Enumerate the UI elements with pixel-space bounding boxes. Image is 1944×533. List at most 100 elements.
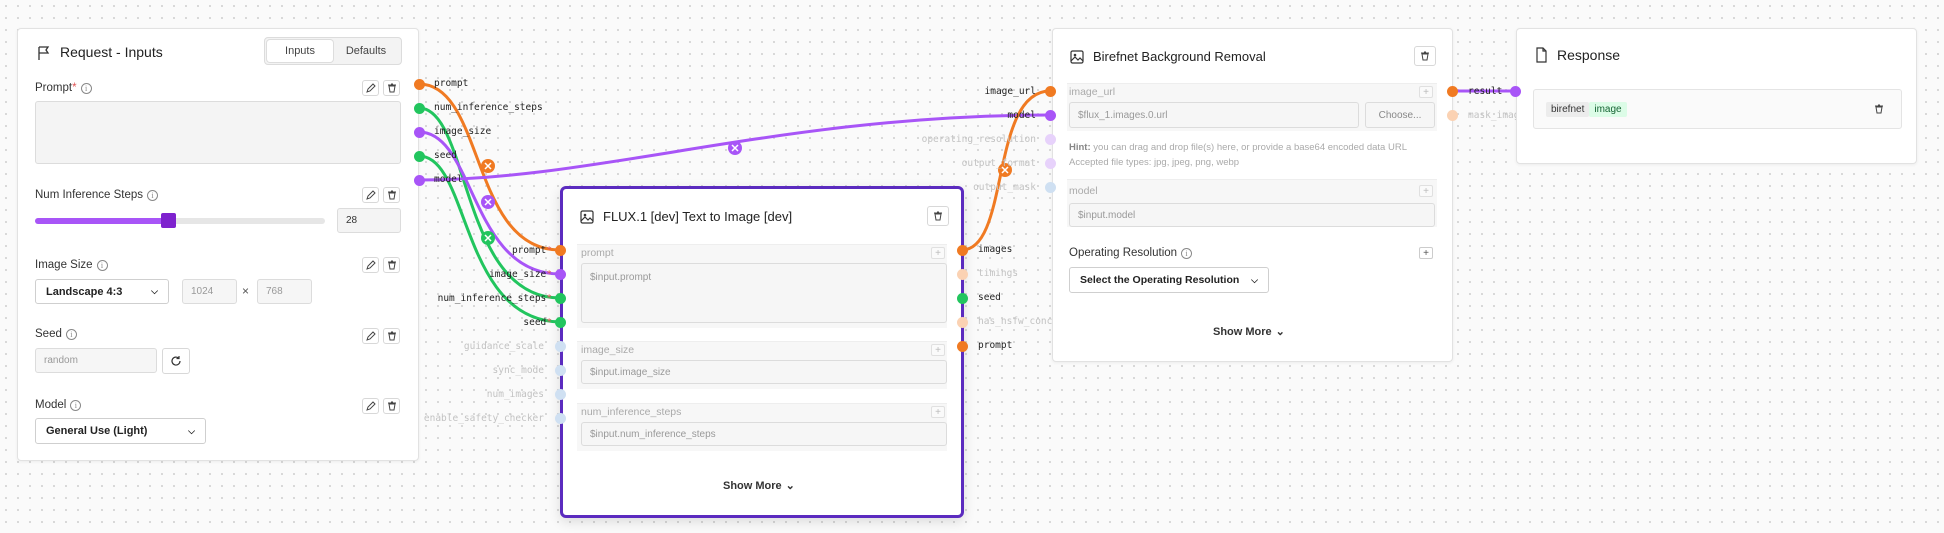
edit-icon[interactable] bbox=[362, 187, 379, 203]
birefnet-show-more-button[interactable]: Show More ⌄ bbox=[1213, 325, 1285, 339]
image-size-select[interactable]: Landscape 4:3 ⌵ bbox=[35, 279, 169, 304]
file-icon bbox=[1536, 47, 1547, 63]
flux-steps-value[interactable]: $input.num_inference_steps bbox=[581, 422, 947, 446]
pin-dot-in-seed[interactable] bbox=[555, 317, 566, 328]
pin-dot-in-sync[interactable] bbox=[555, 365, 566, 376]
choose-file-button[interactable]: Choose... bbox=[1365, 102, 1435, 128]
in-pin-output-format: output_format bbox=[961, 158, 1036, 169]
trash-icon[interactable] bbox=[383, 187, 400, 203]
pin-dot-out-result[interactable] bbox=[1447, 86, 1458, 97]
pin-dot-out-mask-image[interactable] bbox=[1447, 110, 1458, 121]
flux-prompt-value[interactable]: $input.prompt bbox=[581, 263, 947, 323]
edit-icon[interactable] bbox=[362, 257, 379, 273]
model-label: Model i bbox=[35, 399, 82, 411]
birefnet-image-url-value[interactable]: $flux_1.images.0.url bbox=[1069, 102, 1359, 128]
tab-inputs[interactable]: Inputs bbox=[267, 40, 333, 62]
birefnet-hint: Hint: you can drag and drop file(s) here… bbox=[1069, 142, 1407, 168]
operating-resolution-select[interactable]: Select the Operating Resolution ⌵ bbox=[1069, 267, 1269, 293]
info-icon: i bbox=[65, 328, 77, 340]
steps-slider-fill bbox=[35, 218, 169, 224]
tag-image: image bbox=[1589, 102, 1627, 117]
chevron-down-icon: ⌵ bbox=[151, 286, 158, 296]
pin-dot-in-image-url[interactable] bbox=[1045, 86, 1056, 97]
edit-icon[interactable] bbox=[362, 80, 379, 96]
trash-icon[interactable] bbox=[927, 206, 949, 226]
refresh-icon[interactable] bbox=[162, 348, 190, 374]
seed-label: Seed i bbox=[35, 328, 77, 340]
pin-dot-in-guidance[interactable] bbox=[555, 341, 566, 352]
add-icon[interactable]: + bbox=[1419, 247, 1433, 259]
trash-icon[interactable] bbox=[383, 398, 400, 414]
tab-defaults[interactable]: Defaults bbox=[333, 40, 399, 62]
steps-label: Num Inference Steps i bbox=[35, 189, 159, 201]
add-icon[interactable]: + bbox=[931, 344, 945, 356]
pin-dot-in-image-size[interactable] bbox=[555, 269, 566, 280]
birefnet-card-title: Birefnet Background Removal bbox=[1093, 49, 1266, 64]
flag-icon bbox=[38, 46, 50, 60]
pin-dot-in-model[interactable] bbox=[1045, 110, 1056, 121]
trash-icon[interactable] bbox=[1414, 46, 1436, 66]
info-icon: i bbox=[96, 259, 108, 271]
add-icon[interactable]: + bbox=[1419, 86, 1433, 98]
times-sign: × bbox=[242, 284, 250, 298]
edit-icon[interactable] bbox=[362, 328, 379, 344]
trash-icon[interactable] bbox=[383, 80, 400, 96]
pin-dot-prompt[interactable] bbox=[414, 79, 425, 90]
steps-value[interactable]: 28 bbox=[337, 208, 401, 233]
pin-dot-seed[interactable] bbox=[414, 151, 425, 162]
pin-dot-in-prompt[interactable] bbox=[555, 245, 566, 256]
out-pin-seed: seed bbox=[978, 292, 1001, 303]
pin-dot-in-op-res[interactable] bbox=[1045, 134, 1056, 145]
response-card-title: Response bbox=[1557, 47, 1621, 63]
prompt-textarea[interactable] bbox=[35, 101, 401, 164]
in-pin-seed: seed* bbox=[523, 317, 552, 328]
birefnet-model-value[interactable]: $input.model bbox=[1069, 203, 1435, 227]
pin-dot-image-size[interactable] bbox=[414, 127, 425, 138]
pin-dot-in-safety[interactable] bbox=[555, 413, 566, 424]
pin-dot-in-output-mask[interactable] bbox=[1045, 182, 1056, 193]
pin-dot-out-nsfw[interactable] bbox=[957, 317, 968, 328]
flux-image-size-value[interactable]: $input.image_size bbox=[581, 360, 947, 384]
birefnet-card[interactable]: Birefnet Background Removal image_url + … bbox=[1052, 28, 1453, 362]
seed-input[interactable]: random bbox=[35, 348, 157, 373]
trash-icon[interactable] bbox=[383, 257, 400, 273]
flux-card[interactable]: FLUX.1 [dev] Text to Image [dev] prompt … bbox=[560, 186, 964, 518]
in-pin-output-mask: output_mask bbox=[973, 182, 1036, 193]
edit-icon[interactable] bbox=[362, 398, 379, 414]
add-icon[interactable]: + bbox=[931, 406, 945, 418]
out-pin-model: model bbox=[434, 174, 463, 185]
birefnet-label-model: model bbox=[1069, 185, 1098, 197]
width-input[interactable]: 1024 bbox=[182, 279, 237, 304]
steps-slider-track[interactable] bbox=[35, 213, 325, 228]
pin-dot-out-images[interactable] bbox=[957, 245, 968, 256]
pin-dot-out-timings[interactable] bbox=[957, 269, 968, 280]
image-icon bbox=[1070, 50, 1084, 64]
pin-dot-model[interactable] bbox=[414, 175, 425, 186]
pin-dot-steps[interactable] bbox=[414, 103, 425, 114]
pin-dot-in-num-images[interactable] bbox=[555, 389, 566, 400]
add-icon[interactable]: + bbox=[931, 247, 945, 259]
chevron-down-icon: ⌵ bbox=[188, 425, 195, 436]
trash-icon[interactable] bbox=[1870, 101, 1887, 117]
flux-show-more-button[interactable]: Show More ⌄ bbox=[723, 479, 795, 493]
response-card[interactable]: Response birefnet image bbox=[1516, 28, 1917, 164]
out-pin-timings: timings bbox=[978, 268, 1019, 279]
pin-dot-response-in[interactable] bbox=[1510, 86, 1521, 97]
pin-dot-out-prompt[interactable] bbox=[957, 341, 968, 352]
in-pin-guidance-scale: guidance_scale bbox=[463, 341, 544, 352]
steps-slider-thumb[interactable] bbox=[161, 213, 177, 228]
birefnet-label-image-url: image_url bbox=[1069, 86, 1116, 98]
model-select[interactable]: General Use (Light) ⌵ bbox=[35, 418, 206, 444]
pin-dot-out-seed[interactable] bbox=[957, 293, 968, 304]
flux-card-title: FLUX.1 [dev] Text to Image [dev] bbox=[603, 209, 793, 224]
in-pin-sync-mode: sync_mode bbox=[492, 365, 544, 376]
info-icon: i bbox=[80, 82, 92, 94]
flux-field-label-steps: num_inference_steps bbox=[581, 406, 682, 418]
info-icon: i bbox=[70, 399, 82, 411]
pin-dot-in-output-format[interactable] bbox=[1045, 158, 1056, 169]
height-input[interactable]: 768 bbox=[257, 279, 312, 304]
pin-dot-in-steps[interactable] bbox=[555, 293, 566, 304]
add-icon[interactable]: + bbox=[1419, 185, 1433, 197]
chevron-down-icon: ⌵ bbox=[1251, 274, 1258, 285]
info-icon: i bbox=[147, 189, 159, 201]
